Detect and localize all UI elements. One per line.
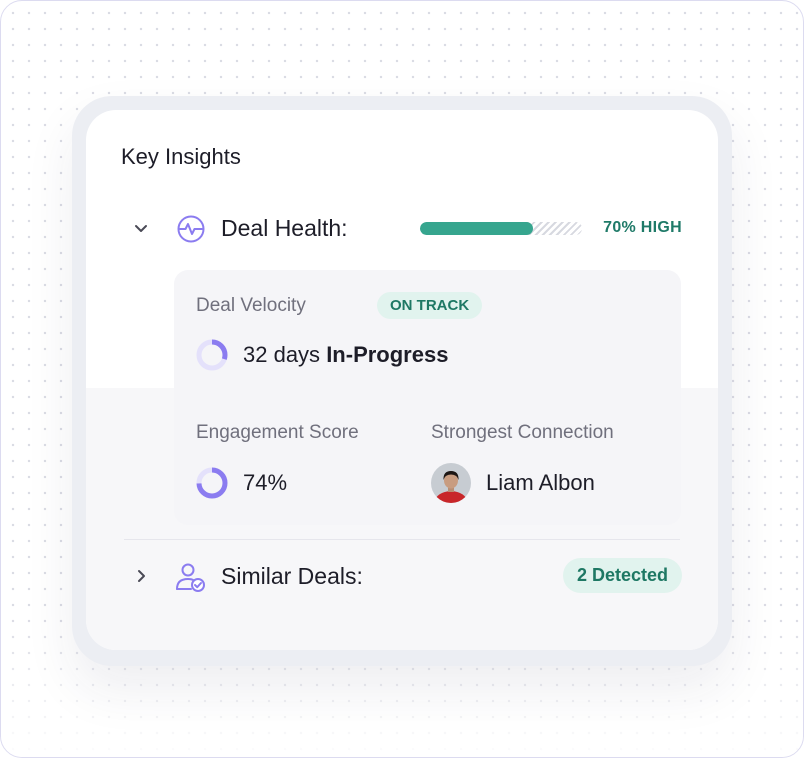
deal-health-status: 70% HIGH — [603, 219, 682, 236]
engagement-progress-ring — [196, 467, 228, 499]
deal-health-row[interactable]: Deal Health: 70% HIGH — [86, 208, 718, 248]
deal-health-details: Deal Velocity ON TRACK 32 days In-Progre… — [174, 270, 681, 525]
similar-deals-row[interactable]: Similar Deals: 2 Detected — [86, 556, 718, 596]
deal-velocity-label: Deal Velocity — [196, 295, 306, 316]
user-check-icon — [176, 563, 205, 592]
key-insights-card: Key Insights Deal Health: 70% HIGH Deal … — [86, 110, 718, 650]
avatar — [431, 463, 471, 503]
similar-deals-label: Similar Deals: — [221, 563, 363, 589]
engagement-score-label: Engagement Score — [196, 422, 359, 443]
engagement-score-value: 74% — [243, 470, 288, 495]
section-divider — [124, 539, 680, 540]
chevron-right-icon[interactable] — [131, 566, 151, 586]
strongest-connection-name[interactable]: Liam Albon — [486, 470, 595, 496]
velocity-progress-ring — [196, 339, 228, 371]
deal-health-progress-bar — [420, 222, 582, 235]
on-track-badge: ON TRACK — [377, 292, 483, 319]
strongest-connection-label: Strongest Connection — [431, 422, 614, 443]
detected-count-badge[interactable]: 2 Detected — [562, 558, 682, 593]
card-title: Key Insights — [121, 144, 241, 169]
activity-pulse-icon — [177, 215, 205, 243]
deal-velocity-value: 32 days In-Progress — [243, 342, 449, 367]
deal-health-progress-fill — [420, 222, 534, 235]
chevron-down-icon[interactable] — [131, 218, 151, 238]
deal-health-label: Deal Health: — [221, 215, 348, 241]
